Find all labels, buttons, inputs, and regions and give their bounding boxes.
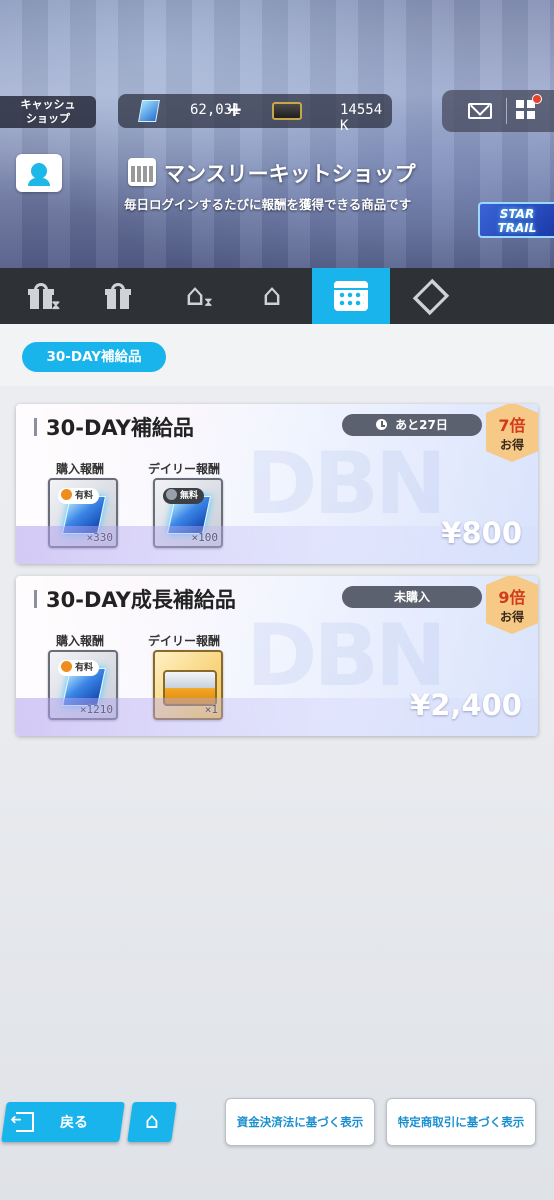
clock-icon (376, 419, 388, 430)
star-trail-badge[interactable]: STAR TRAIL (478, 202, 554, 238)
subtab-bar: 30-DAY補給品 (0, 324, 554, 386)
shop-header: キャッシュ ショップ 62,031 + 14554 K マンスリーキットショップ… (0, 0, 554, 268)
gift-hourglass-icon: ⧗ (28, 283, 60, 312)
category-tabbar: ⧗ ⌂ ⧗ ⌂ (0, 268, 554, 334)
daily-reward-item[interactable]: ×1 (153, 650, 223, 720)
gift-icon (105, 283, 131, 309)
supply-chest-icon (163, 670, 217, 706)
reward-quantity: ×1 (204, 703, 218, 716)
calendar-icon (334, 281, 368, 311)
value-multiplier-badge: 9倍 お得 (486, 576, 538, 634)
top-right-menu (442, 90, 554, 132)
mail-icon[interactable] (468, 103, 492, 119)
status-badge: 未購入 (342, 586, 482, 608)
currency-bar: 62,031 + 14554 K (118, 94, 392, 134)
product-title: 30-DAY成長補給品 (46, 588, 236, 612)
reward-quantity: ×330 (86, 531, 114, 544)
divider (506, 98, 507, 124)
notification-dot (532, 94, 542, 104)
back-button-content[interactable]: 戻る (16, 1102, 88, 1142)
purchase-reward-item[interactable]: 有料 ×1210 (48, 650, 118, 720)
exit-icon (16, 1112, 34, 1132)
support-icon (31, 163, 47, 179)
cash-shop-button[interactable]: キャッシュ ショップ (0, 96, 96, 128)
home-icon[interactable]: ⌂ (140, 1110, 164, 1134)
page-title: マンスリーキットショップ (164, 162, 416, 186)
payment-services-act-button[interactable]: 資金決済法に基づく表示 (225, 1098, 375, 1146)
daily-reward-label: デイリー報酬 (148, 462, 221, 476)
free-tag: 無料 (163, 488, 205, 504)
status-badge: あと27日 (342, 414, 482, 436)
tab-monthly[interactable] (312, 268, 390, 334)
gem-icon (138, 100, 160, 122)
product-card[interactable]: DBN 30-DAY成長補給品 未購入 9倍 お得 購入報酬 デイリー報酬 有料… (16, 576, 538, 736)
hanger-hourglass-icon: ⌂ ⧗ (185, 278, 213, 313)
reward-quantity: ×1210 (79, 703, 113, 716)
tab-outfit[interactable]: ⌂ (233, 268, 311, 324)
commercial-transactions-act-button[interactable]: 特定商取引に基づく表示 (386, 1098, 536, 1146)
cash-shop-label-line2: ショップ (26, 112, 70, 125)
hanger-icon: ⌂ (262, 278, 282, 313)
ticket-icon (272, 102, 302, 120)
product-card[interactable]: DBN 30-DAY補給品 あと27日 7倍 お得 購入報酬 デイリー報酬 有料… (16, 404, 538, 564)
tab-outfit-limited[interactable]: ⌂ ⧗ (156, 268, 234, 324)
price-label: ¥800 (441, 516, 522, 550)
ticket-count: 14554 K (340, 102, 383, 134)
purchase-reward-label: 購入報酬 (56, 634, 105, 648)
purchase-reward-item[interactable]: 有料 ×330 (48, 478, 118, 548)
calendar-icon (128, 158, 156, 186)
paid-tag: 有料 (58, 660, 100, 676)
add-gems-button[interactable]: + (226, 97, 243, 121)
cash-shop-label-line1: キャッシュ (20, 98, 76, 111)
back-label: 戻る (60, 1115, 88, 1131)
price-label: ¥2,400 (410, 688, 522, 722)
value-multiplier-badge: 7倍 お得 (486, 404, 538, 462)
support-button[interactable] (16, 154, 62, 192)
subtab-30day[interactable]: 30-DAY補給品 (22, 342, 166, 372)
daily-reward-label: デイリー報酬 (148, 634, 221, 648)
product-title: 30-DAY補給品 (46, 416, 194, 440)
reward-quantity: ×100 (191, 531, 219, 544)
purchase-reward-label: 購入報酬 (56, 462, 105, 476)
tab-gift-limited[interactable]: ⧗ (2, 268, 80, 324)
diamond-emblem-icon (417, 281, 439, 311)
tab-emblem[interactable] (389, 268, 467, 324)
page-subtitle: 毎日ログインするたびに報酬を獲得できる商品です (124, 197, 412, 212)
tab-gift[interactable] (79, 268, 157, 324)
paid-tag: 有料 (58, 488, 100, 504)
daily-reward-item[interactable]: 無料 ×100 (153, 478, 223, 548)
